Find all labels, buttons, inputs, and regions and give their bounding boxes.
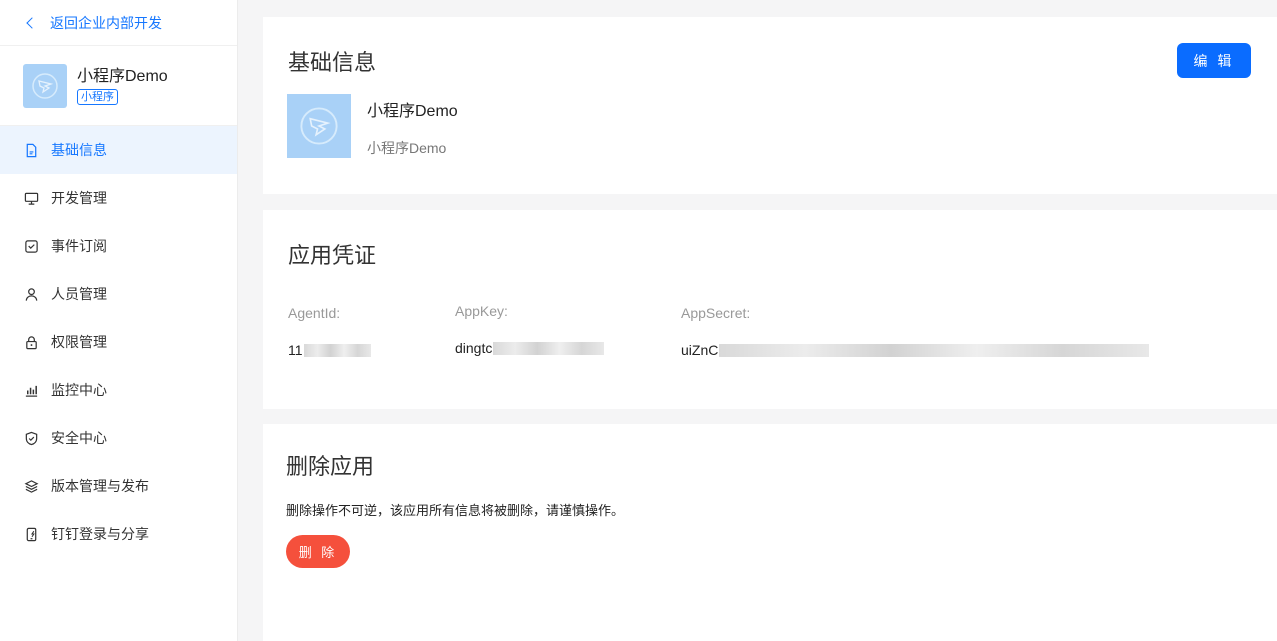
masked-value [719,343,1150,357]
sidebar-item-label: 权限管理 [51,334,107,350]
sidebar-item-label: 人员管理 [51,286,107,302]
delete-warning-text: 删除操作不可逆，该应用所有信息将被删除，请谨慎操作。 [286,503,625,518]
lock-icon [26,335,37,349]
app-logo-icon [23,63,67,108]
phone-share-icon [26,527,37,541]
app-secret-value: uiZnC [681,342,1150,358]
delete-app-card: 删除应用 删除操作不可逆，该应用所有信息将被删除，请谨慎操作。 删 除 [263,424,1277,641]
delete-app-title: 删除应用 [286,454,375,479]
sidebar-item-user-management[interactable]: 人员管理 [0,270,237,318]
sidebar-item-event-subscription[interactable]: 事件订阅 [0,222,237,270]
sidebar-item-label: 基础信息 [51,142,107,158]
sidebar: 返回企业内部开发 小程序Demo 小程序 基础信息 开发管理 事件订阅 人员管理 [0,0,238,641]
basic-info-card: 基础信息 编 辑 小程序Demo 小程序Demo [263,17,1277,194]
subscribe-icon [25,239,38,253]
app-name: 小程序Demo [367,103,458,120]
layers-icon [24,479,39,493]
shield-icon [25,431,38,445]
app-secret-label: AppSecret: [681,305,751,321]
sidebar-item-permission-management[interactable]: 权限管理 [0,318,237,366]
sidebar-item-version-release[interactable]: 版本管理与发布 [0,462,237,510]
user-icon [25,287,38,301]
sidebar-item-dev-management[interactable]: 开发管理 [0,174,237,222]
app-type-badge: 小程序 [77,88,118,105]
agent-id-label: AgentId: [288,305,341,321]
sidebar-item-label: 安全中心 [51,430,107,446]
delete-button[interactable]: 删 除 [286,535,350,568]
sidebar-item-basic-info[interactable]: 基础信息 [0,126,237,174]
sidebar-item-label: 开发管理 [51,190,107,206]
sidebar-app-name: 小程序Demo [77,67,168,85]
agent-id-text: 11 [288,342,303,358]
document-icon [26,143,37,157]
sidebar-item-security[interactable]: 安全中心 [0,414,237,462]
app-key-value: dingtc [455,340,605,356]
app-logo-icon [287,94,351,158]
edit-button[interactable]: 编 辑 [1177,43,1251,78]
chevron-left-icon [26,16,38,29]
sidebar-item-monitoring[interactable]: 监控中心 [0,366,237,414]
basic-info-title: 基础信息 [288,50,377,75]
sidebar-item-label: 钉钉登录与分享 [51,526,149,542]
sidebar-item-label: 监控中心 [51,382,107,398]
sidebar-nav: 基础信息 开发管理 事件订阅 人员管理 权限管理 监控中心 安全中心 版本管理与… [0,126,237,558]
masked-value [303,343,371,357]
credentials-card: 应用凭证 AgentId: AppKey: AppSecret: 11 ding… [263,210,1277,409]
app-description: 小程序Demo [367,140,447,156]
agent-id-value: 11 [288,342,371,358]
masked-value [493,341,605,355]
sidebar-item-label: 版本管理与发布 [51,478,149,494]
app-key-label: AppKey: [455,303,508,319]
credentials-title: 应用凭证 [288,243,377,268]
back-link-label: 返回企业内部开发 [50,14,162,31]
app-key-text: dingtc [455,340,493,356]
sidebar-app-header: 小程序Demo 小程序 [0,46,237,126]
sidebar-item-login-share[interactable]: 钉钉登录与分享 [0,510,237,558]
back-link[interactable]: 返回企业内部开发 [0,0,237,46]
sidebar-item-label: 事件订阅 [51,238,107,254]
bar-chart-icon [25,385,38,397]
monitor-icon [24,192,39,205]
app-secret-text: uiZnC [681,342,719,358]
